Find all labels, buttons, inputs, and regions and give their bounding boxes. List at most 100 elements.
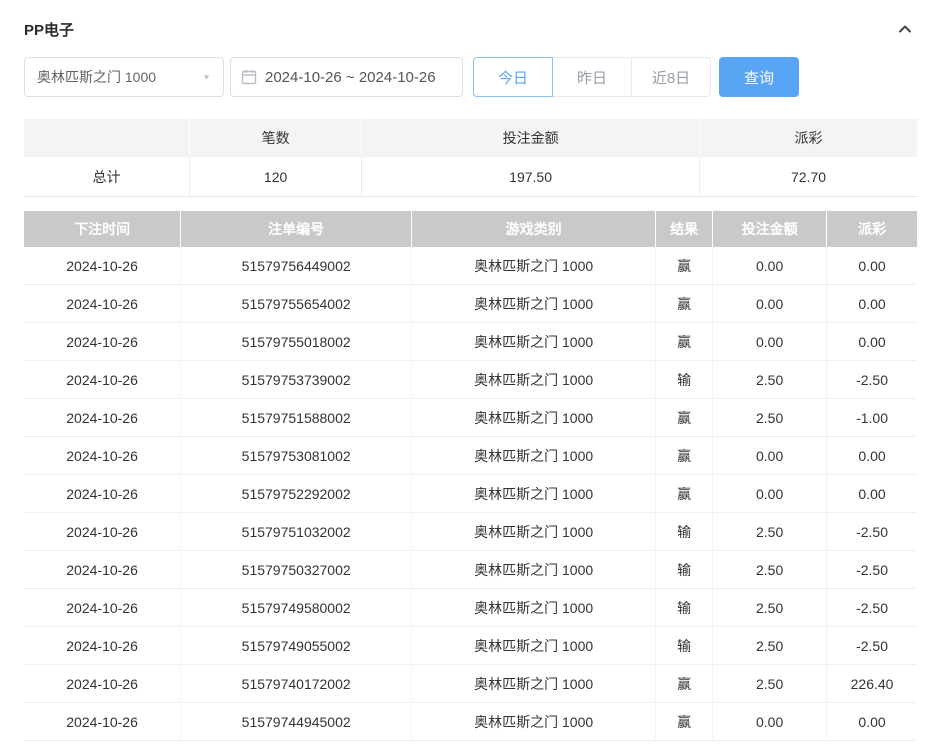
cell-bet-time: 2024-10-26	[24, 665, 182, 702]
collapse-chevron-up-icon[interactable]	[897, 21, 917, 37]
cell-order-id: 51579755654002	[181, 285, 413, 322]
table-row: 2024-10-26 51579749580002 奥林匹斯之门 1000 输 …	[24, 589, 917, 627]
today-button[interactable]: 今日	[473, 57, 553, 97]
cell-game-type: 奥林匹斯之门 1000	[412, 627, 657, 664]
chevron-down-icon: ▼	[202, 73, 211, 81]
cell-bet-amount: 0.00	[713, 703, 828, 740]
cell-order-id: 51579744945002	[181, 703, 413, 740]
panel-header: PP电子	[24, 18, 917, 40]
summary-total-count: 120	[190, 157, 363, 197]
cell-bet-amount: 0.00	[713, 323, 828, 360]
summary-table: 笔数 投注金额 派彩 总计 120 197.50 72.70	[24, 119, 917, 197]
date-range-input[interactable]: 2024-10-26 ~ 2024-10-26	[230, 57, 463, 97]
summary-header-bet-amount: 投注金额	[362, 119, 701, 157]
cell-order-id: 51579755018002	[181, 323, 413, 360]
cell-payout: 0.00	[858, 485, 886, 502]
table-row: 2024-10-26 51579744945002 奥林匹斯之门 1000 赢 …	[24, 703, 917, 741]
summary-header-count: 笔数	[190, 119, 363, 157]
cell-bet-amount: 0.00	[713, 437, 828, 474]
summary-total-label: 总计	[24, 157, 191, 197]
records-header-result: 结果	[656, 211, 714, 247]
last-8-days-button[interactable]: 近8日	[631, 57, 711, 97]
cell-result: 赢	[656, 323, 714, 360]
game-select[interactable]: 奥林匹斯之门 1000 ▼	[24, 57, 224, 97]
table-row: 2024-10-26 51579753081002 奥林匹斯之门 1000 赢 …	[24, 437, 917, 475]
cell-game-type: 奥林匹斯之门 1000	[412, 475, 657, 512]
cell-bet-time: 2024-10-26	[24, 399, 182, 436]
cell-result: 输	[656, 589, 714, 626]
cell-payout: -2.50	[856, 637, 888, 654]
cell-order-id: 51579750327002	[181, 551, 413, 588]
cell-result: 赢	[656, 475, 714, 512]
records-header-game-type: 游戏类别	[412, 211, 657, 247]
cell-order-id: 51579753081002	[181, 437, 413, 474]
cell-result: 输	[656, 513, 714, 550]
cell-payout: 0.00	[858, 295, 886, 312]
cell-result: 赢	[656, 437, 714, 474]
records-header-bet-amount: 投注金额	[713, 211, 828, 247]
cell-payout: 226.40	[850, 675, 894, 692]
cell-result: 赢	[656, 665, 714, 702]
quick-date-button-group: 今日 昨日 近8日	[473, 57, 711, 97]
cell-game-type: 奥林匹斯之门 1000	[412, 323, 657, 360]
cell-bet-amount: 0.00	[713, 285, 828, 322]
cell-result: 赢	[656, 399, 714, 436]
cell-bet-time: 2024-10-26	[24, 551, 182, 588]
cell-payout: -2.50	[856, 599, 888, 616]
cell-game-type: 奥林匹斯之门 1000	[412, 361, 657, 398]
table-row: 2024-10-26 51579753739002 奥林匹斯之门 1000 输 …	[24, 361, 917, 399]
cell-order-id: 51579749580002	[181, 589, 413, 626]
cell-order-id: 51579753739002	[181, 361, 413, 398]
cell-game-type: 奥林匹斯之门 1000	[412, 285, 657, 322]
summary-total-row: 总计 120 197.50 72.70	[24, 157, 917, 197]
cell-bet-time: 2024-10-26	[24, 475, 182, 512]
yesterday-button[interactable]: 昨日	[552, 57, 632, 97]
cell-game-type: 奥林匹斯之门 1000	[412, 703, 657, 740]
calendar-icon	[241, 69, 257, 85]
cell-result: 赢	[656, 703, 714, 740]
cell-result: 赢	[656, 285, 714, 322]
cell-game-type: 奥林匹斯之门 1000	[412, 551, 657, 588]
cell-bet-time: 2024-10-26	[24, 589, 182, 626]
table-row: 2024-10-26 51579755018002 奥林匹斯之门 1000 赢 …	[24, 323, 917, 361]
summary-header-payout: 派彩	[700, 119, 917, 157]
cell-game-type: 奥林匹斯之门 1000	[412, 589, 657, 626]
cell-bet-amount: 0.00	[713, 475, 828, 512]
records-table: 下注时间 注单编号 游戏类别 结果 投注金额 派彩 2024-10-26 515…	[24, 211, 917, 741]
cell-bet-time: 2024-10-26	[24, 323, 182, 360]
pp-games-panel: PP电子 奥林匹斯之门 1000 ▼ 2024-10-26 ~ 2024-10-…	[0, 0, 928, 741]
table-row: 2024-10-26 51579751588002 奥林匹斯之门 1000 赢 …	[24, 399, 917, 437]
cell-result: 输	[656, 551, 714, 588]
filter-controls: 奥林匹斯之门 1000 ▼ 2024-10-26 ~ 2024-10-26 今日…	[24, 57, 917, 97]
summary-header-empty	[24, 119, 191, 157]
cell-game-type: 奥林匹斯之门 1000	[412, 247, 657, 284]
cell-payout: 0.00	[858, 713, 886, 730]
records-header-payout: 派彩	[858, 221, 887, 237]
cell-bet-amount: 2.50	[713, 513, 828, 550]
cell-order-id: 51579752292002	[181, 475, 413, 512]
cell-game-type: 奥林匹斯之门 1000	[412, 399, 657, 436]
cell-game-type: 奥林匹斯之门 1000	[412, 665, 657, 702]
cell-bet-time: 2024-10-26	[24, 703, 182, 740]
date-range-value: 2024-10-26 ~ 2024-10-26	[265, 68, 436, 86]
cell-bet-time: 2024-10-26	[24, 247, 182, 284]
cell-payout: -2.50	[856, 523, 888, 540]
query-button[interactable]: 查询	[719, 57, 799, 97]
cell-bet-time: 2024-10-26	[24, 437, 182, 474]
cell-payout: 0.00	[858, 333, 886, 350]
cell-order-id: 51579751032002	[181, 513, 413, 550]
summary-total-payout: 72.70	[700, 157, 917, 197]
cell-order-id: 51579749055002	[181, 627, 413, 664]
cell-bet-amount: 2.50	[713, 551, 828, 588]
table-row: 2024-10-26 51579752292002 奥林匹斯之门 1000 赢 …	[24, 475, 917, 513]
cell-bet-amount: 2.50	[713, 399, 828, 436]
cell-payout: 0.00	[858, 447, 886, 464]
table-row: 2024-10-26 51579751032002 奥林匹斯之门 1000 输 …	[24, 513, 917, 551]
game-select-value: 奥林匹斯之门 1000	[37, 69, 157, 85]
cell-bet-time: 2024-10-26	[24, 627, 182, 664]
cell-bet-amount: 2.50	[713, 361, 828, 398]
panel-title: PP电子	[24, 21, 75, 39]
table-row: 2024-10-26 51579749055002 奥林匹斯之门 1000 输 …	[24, 627, 917, 665]
cell-bet-time: 2024-10-26	[24, 513, 182, 550]
cell-game-type: 奥林匹斯之门 1000	[412, 437, 657, 474]
